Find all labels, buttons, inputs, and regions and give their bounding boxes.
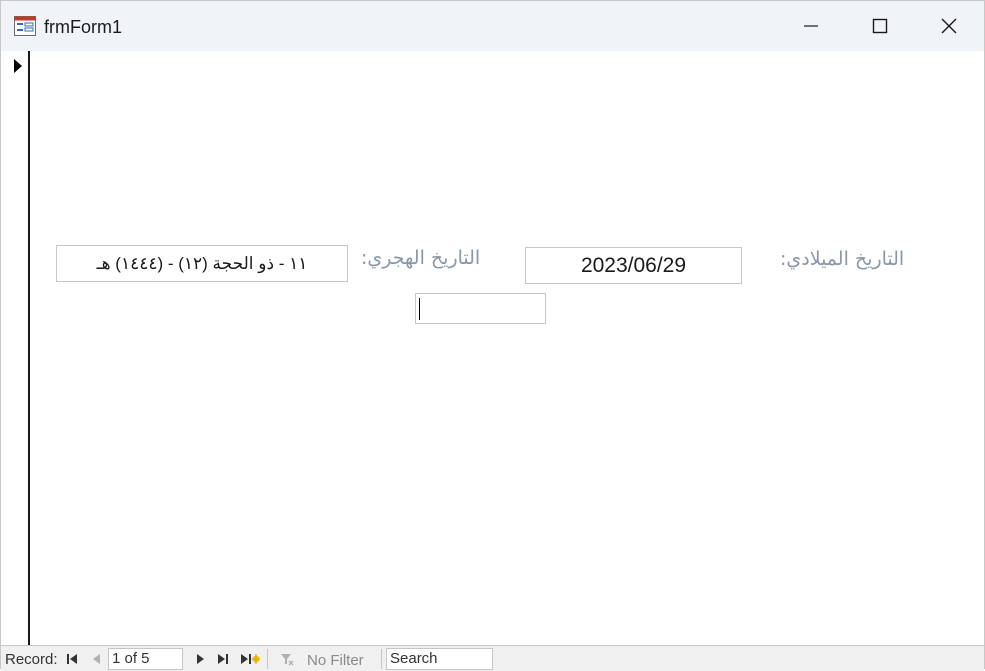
maximize-button[interactable] <box>845 1 915 51</box>
nav-separator <box>381 649 382 669</box>
filter-icon <box>281 654 294 666</box>
hijri-date-field[interactable]: ١١ - ذو الحجة (١٢) - (١٤٤٤) هـ <box>56 245 348 282</box>
window-title: frmForm1 <box>44 17 122 37</box>
hijri-date-value: ١١ - ذو الحجة (١٢) - (١٤٤٤) هـ <box>96 253 308 273</box>
current-record-text: 1 of 5 <box>112 650 150 667</box>
empty-text-input[interactable] <box>415 293 546 324</box>
title-bar[interactable]: frmForm1 <box>1 1 984 51</box>
filter-indicator-icon-wrap <box>280 652 294 666</box>
record-selector[interactable] <box>1 51 30 645</box>
first-record-button[interactable] <box>65 652 79 666</box>
text-cursor <box>419 298 420 320</box>
next-record-button[interactable] <box>193 652 207 666</box>
minimize-icon <box>804 25 818 27</box>
close-button[interactable] <box>914 1 984 51</box>
next-record-icon <box>197 654 204 664</box>
form-detail-section: التاريخ الميلادي: 2023/06/29 التاريخ اله… <box>30 51 984 645</box>
previous-record-button[interactable] <box>90 652 104 666</box>
no-filter-button[interactable]: No Filter <box>307 652 364 669</box>
last-record-button[interactable] <box>216 652 230 666</box>
record-navigation-bar: Record: 1 of 5 No Filter Search <box>1 645 984 671</box>
gregorian-date-field[interactable]: 2023/06/29 <box>525 247 742 284</box>
close-icon <box>941 18 957 34</box>
first-record-icon <box>67 654 77 664</box>
last-record-icon <box>218 654 228 664</box>
current-record-arrow-icon <box>14 59 22 73</box>
new-record-button[interactable] <box>240 652 260 666</box>
gregorian-date-label: التاريخ الميلادي: <box>780 248 905 270</box>
form-window: frmForm1 التاريخ الميلادي: 2023/06/29 ال… <box>0 0 985 671</box>
current-record-box[interactable]: 1 of 5 <box>108 648 183 670</box>
form-icon <box>14 16 36 36</box>
hijri-date-label: التاريخ الهجري: <box>361 247 481 269</box>
nav-separator <box>267 649 268 669</box>
search-input-text: Search <box>390 650 438 667</box>
previous-record-icon <box>93 654 100 664</box>
gregorian-date-value: 2023/06/29 <box>580 253 687 277</box>
maximize-icon <box>872 18 888 34</box>
minimize-button[interactable] <box>776 1 846 51</box>
new-record-icon <box>241 654 260 664</box>
record-label: Record: <box>5 651 58 668</box>
search-input[interactable]: Search <box>386 648 493 670</box>
